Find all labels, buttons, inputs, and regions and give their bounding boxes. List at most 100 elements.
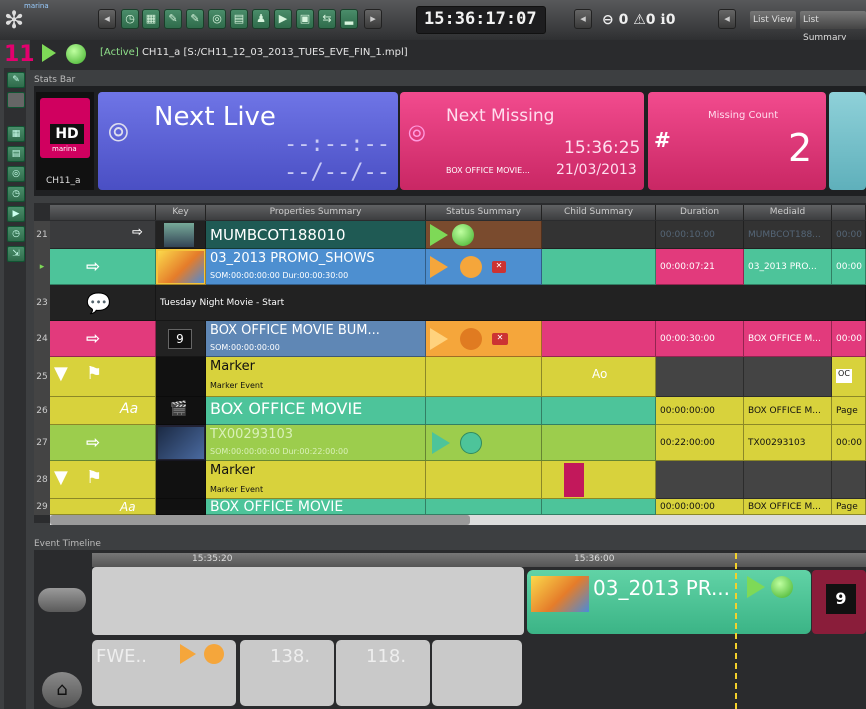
timeline-track[interactable] bbox=[92, 567, 524, 635]
status-dot-icon[interactable] bbox=[66, 44, 86, 64]
extra-cell: 00:00 bbox=[832, 321, 866, 357]
tools-icon[interactable]: ✎ bbox=[164, 9, 182, 29]
collapse-icon[interactable]: ▼ bbox=[54, 467, 68, 488]
tab-list-view[interactable]: List View bbox=[750, 11, 796, 29]
timeline-ruler[interactable]: 15:35:20 15:36:00 bbox=[92, 553, 866, 567]
forward-icon[interactable]: ▶ bbox=[7, 206, 25, 222]
next-missing-panel[interactable]: ⦾ Next Missing 15:36:25 21/03/2013 BOX O… bbox=[400, 92, 644, 190]
gear-logo-icon[interactable]: ✻ bbox=[4, 6, 30, 34]
next-live-panel[interactable]: ⦾ Next Live --:--:-- --/--/-- bbox=[98, 92, 398, 190]
channel-number: 11 bbox=[4, 42, 35, 67]
timeline-clip[interactable]: 03_2013 PR... bbox=[527, 570, 811, 634]
table-row[interactable]: 25 ▼ ⚑ Marker Marker Event Ao OC bbox=[34, 357, 866, 397]
history-icon[interactable]: ◷ bbox=[7, 186, 25, 202]
header-child[interactable]: Child Summary bbox=[542, 205, 656, 220]
row-number: 27 bbox=[34, 425, 50, 461]
header-mediaid[interactable]: MediaId bbox=[744, 205, 832, 220]
stats-bar-label: Stats Bar bbox=[34, 75, 76, 85]
properties-cell: BOX OFFICE MOVIE bbox=[206, 499, 426, 515]
scrollbar-thumb[interactable] bbox=[50, 515, 470, 525]
row-title: Marker bbox=[210, 463, 255, 478]
app-logo-text: marina bbox=[24, 2, 49, 10]
timer-icon[interactable]: ◎ bbox=[208, 9, 226, 29]
header-status[interactable]: Status Summary bbox=[426, 205, 542, 220]
flag-icon: ⚑ bbox=[86, 467, 103, 488]
status-cell bbox=[426, 357, 542, 397]
table-row[interactable]: 21 ⇨ MUMBCOT188010 00:00:10:00 MUMBCOT18… bbox=[34, 221, 866, 249]
pencil-icon[interactable]: ✎ bbox=[7, 72, 25, 88]
card-title: FWE.. bbox=[96, 646, 147, 667]
clock-icon[interactable]: ◷ bbox=[121, 9, 139, 29]
blank-button[interactable] bbox=[7, 92, 25, 108]
timer-icon[interactable]: ◷ bbox=[7, 226, 25, 242]
timeline-key-clip[interactable]: 9 bbox=[812, 570, 866, 634]
ruler-tick: 15:36:00 bbox=[574, 554, 615, 564]
text-label: Aa bbox=[120, 500, 136, 514]
tab-list-summary[interactable]: List Summary bbox=[800, 11, 866, 43]
extra-cell bbox=[832, 461, 866, 499]
header-key[interactable]: Key bbox=[156, 205, 206, 220]
timeline-card[interactable]: FWE.. bbox=[92, 640, 236, 706]
toolbar-divider-icon: ▸ bbox=[364, 9, 382, 29]
header-blank bbox=[50, 205, 156, 220]
properties-cell: Marker Marker Event bbox=[206, 357, 426, 397]
table-row[interactable]: ▸ ⇨ 03_2013 PROMO_SHOWS SOM:00:00:00:00 D… bbox=[34, 249, 866, 285]
live-signal-icon: ⦾ bbox=[108, 118, 129, 148]
table-row[interactable]: 24 ⇨ 9 BOX OFFICE MOVIE BUM... SOM:00:00:… bbox=[34, 321, 866, 357]
toolbar-separator-icon: ◂ bbox=[98, 9, 116, 29]
play-icon[interactable] bbox=[42, 44, 56, 62]
network-icon[interactable]: ⇆ bbox=[318, 9, 336, 29]
duration-cell bbox=[656, 357, 744, 397]
table-row[interactable]: 26 Aa 🎬 BOX OFFICE MOVIE 00:00:00:00 BOX… bbox=[34, 397, 866, 425]
status-dot-icon bbox=[452, 224, 474, 246]
collapse-icon[interactable]: ▼ bbox=[54, 363, 68, 384]
timeline-card[interactable]: 138. bbox=[240, 640, 334, 706]
timeline-nav-buttons[interactable] bbox=[38, 588, 86, 612]
status-cell bbox=[426, 221, 542, 249]
properties-cell: MUMBCOT188010 bbox=[206, 221, 426, 249]
row-number: 23 bbox=[34, 285, 50, 321]
list-icon[interactable]: ▤ bbox=[7, 146, 25, 162]
table-row[interactable]: 29 Aa BOX OFFICE MOVIE 00:00:00:00 BOX O… bbox=[34, 499, 866, 515]
table-row[interactable]: 28 ▼ ⚑ Marker Marker Event bbox=[34, 461, 866, 499]
missing-count-value: 2 bbox=[788, 126, 813, 170]
folder-icon[interactable]: ▣ bbox=[296, 9, 314, 29]
status-dot-icon bbox=[460, 328, 482, 350]
next-missing-time: 15:36:25 bbox=[564, 138, 641, 158]
playhead-line[interactable] bbox=[735, 553, 737, 709]
row-title: Marker bbox=[210, 359, 255, 374]
table-row[interactable]: 23 💬 Tuesday Night Movie - Start bbox=[34, 285, 866, 321]
mediaid-cell: TX00293103 bbox=[744, 425, 832, 461]
thumbnail-image bbox=[164, 223, 194, 247]
missing-count-panel[interactable]: # Missing Count 2 bbox=[648, 92, 826, 190]
thumbnail-image bbox=[158, 427, 204, 459]
settings-icon[interactable]: ✎ bbox=[186, 9, 204, 29]
timeline-card[interactable]: 118. bbox=[336, 640, 430, 706]
timeline-card[interactable] bbox=[432, 640, 522, 706]
layout-icon[interactable]: ▦ bbox=[7, 126, 25, 142]
circle-icon[interactable]: ◎ bbox=[7, 166, 25, 182]
chart-icon[interactable]: ▂ bbox=[340, 9, 358, 29]
document-icon[interactable]: ▤ bbox=[230, 9, 248, 29]
row-type: ⇨ bbox=[50, 321, 156, 357]
header-duration[interactable]: Duration bbox=[656, 205, 744, 220]
export-icon[interactable]: ⇲ bbox=[7, 246, 25, 262]
missing-count-title: Missing Count bbox=[708, 110, 779, 121]
home-icon[interactable]: ⌂ bbox=[42, 672, 82, 708]
mediaid-cell: MUMBCOT188... bbox=[744, 221, 832, 249]
row-number: 29 bbox=[34, 499, 50, 515]
play-icon bbox=[430, 256, 448, 278]
active-label: [Active] bbox=[100, 47, 139, 58]
header-extra bbox=[832, 205, 866, 220]
table-row[interactable]: 27 ⇨ TX00293103 SOM:00:00:00:00 Dur:00:22… bbox=[34, 425, 866, 461]
status-cell bbox=[426, 499, 542, 515]
grid-icon[interactable]: ▦ bbox=[142, 9, 160, 29]
status-cell: ✕ bbox=[426, 249, 542, 285]
user-icon[interactable]: ♟ bbox=[252, 9, 270, 29]
media-icon[interactable]: ▶ bbox=[274, 9, 292, 29]
extra-panel[interactable] bbox=[829, 92, 866, 190]
header-properties[interactable]: Properties Summary bbox=[206, 205, 426, 220]
key-cell bbox=[156, 461, 206, 499]
alerts-counter[interactable]: ⊖ 0 ⚠0 ℹ0 bbox=[602, 8, 675, 32]
left-sidebar bbox=[4, 68, 26, 709]
